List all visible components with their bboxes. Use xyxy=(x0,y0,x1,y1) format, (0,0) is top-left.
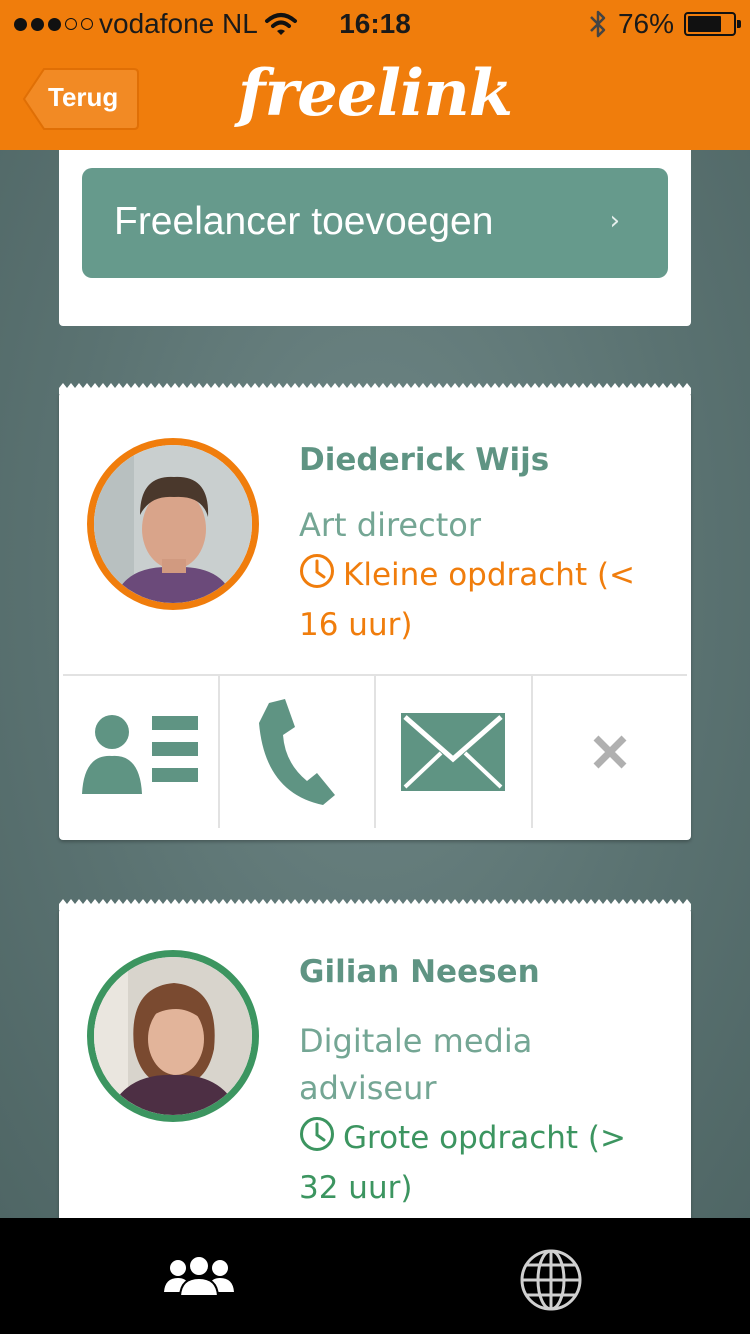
card-actions xyxy=(63,674,687,828)
remove-button[interactable] xyxy=(533,676,688,828)
freelancer-role: Art director xyxy=(299,506,481,544)
freelancer-card[interactable]: Diederick Wijs Art director Kleine opdra… xyxy=(59,383,691,840)
add-freelancer-card: Freelancer toevoegen › xyxy=(59,150,691,326)
people-icon xyxy=(164,1255,234,1297)
job-size-label: Grote opdracht (> 32 uur) xyxy=(299,1120,626,1206)
freelancer-name: Diederick Wijs xyxy=(299,442,550,478)
job-size: Grote opdracht (> 32 uur) xyxy=(299,1113,669,1213)
close-icon xyxy=(593,735,627,769)
freelancer-card[interactable]: Gilian Neesen Digitale media adviseur Gr… xyxy=(59,899,691,1248)
tab-bar xyxy=(0,1218,750,1334)
bluetooth-icon xyxy=(590,10,606,38)
chevron-right-icon: › xyxy=(609,206,620,236)
avatar xyxy=(87,950,259,1122)
contact-card-icon xyxy=(82,715,199,794)
nav-bar: Terug freelink xyxy=(0,50,750,150)
avatar xyxy=(87,438,259,610)
tab-freelancers[interactable] xyxy=(164,1255,234,1300)
phone-icon xyxy=(258,699,335,805)
job-size-label: Kleine opdracht (< 16 uur) xyxy=(299,557,636,643)
add-freelancer-button[interactable]: Freelancer toevoegen › xyxy=(82,168,668,278)
person-photo-icon xyxy=(94,957,252,1115)
job-size: Kleine opdracht (< 16 uur) xyxy=(299,550,669,650)
battery-percent: 76% xyxy=(617,8,674,39)
app-logo: freelink xyxy=(237,56,513,131)
battery-icon xyxy=(684,12,741,36)
clock-icon xyxy=(300,554,334,588)
clock-icon xyxy=(300,1117,334,1151)
status-bar: vodafone NL 16:18 76% xyxy=(0,0,750,50)
card-edge xyxy=(59,899,691,910)
email-button[interactable] xyxy=(376,676,533,828)
freelancer-role: Digitale media adviseur xyxy=(299,1022,533,1107)
call-button[interactable] xyxy=(220,676,376,828)
freelancer-name: Gilian Neesen xyxy=(299,954,540,990)
card-edge xyxy=(59,383,691,394)
globe-icon xyxy=(520,1249,582,1311)
status-right: 76% xyxy=(588,8,741,40)
add-freelancer-label: Freelancer toevoegen xyxy=(114,200,494,243)
profile-button[interactable] xyxy=(63,676,220,828)
envelope-icon xyxy=(401,713,506,791)
person-photo-icon xyxy=(94,445,252,603)
tab-explore[interactable] xyxy=(519,1248,583,1316)
